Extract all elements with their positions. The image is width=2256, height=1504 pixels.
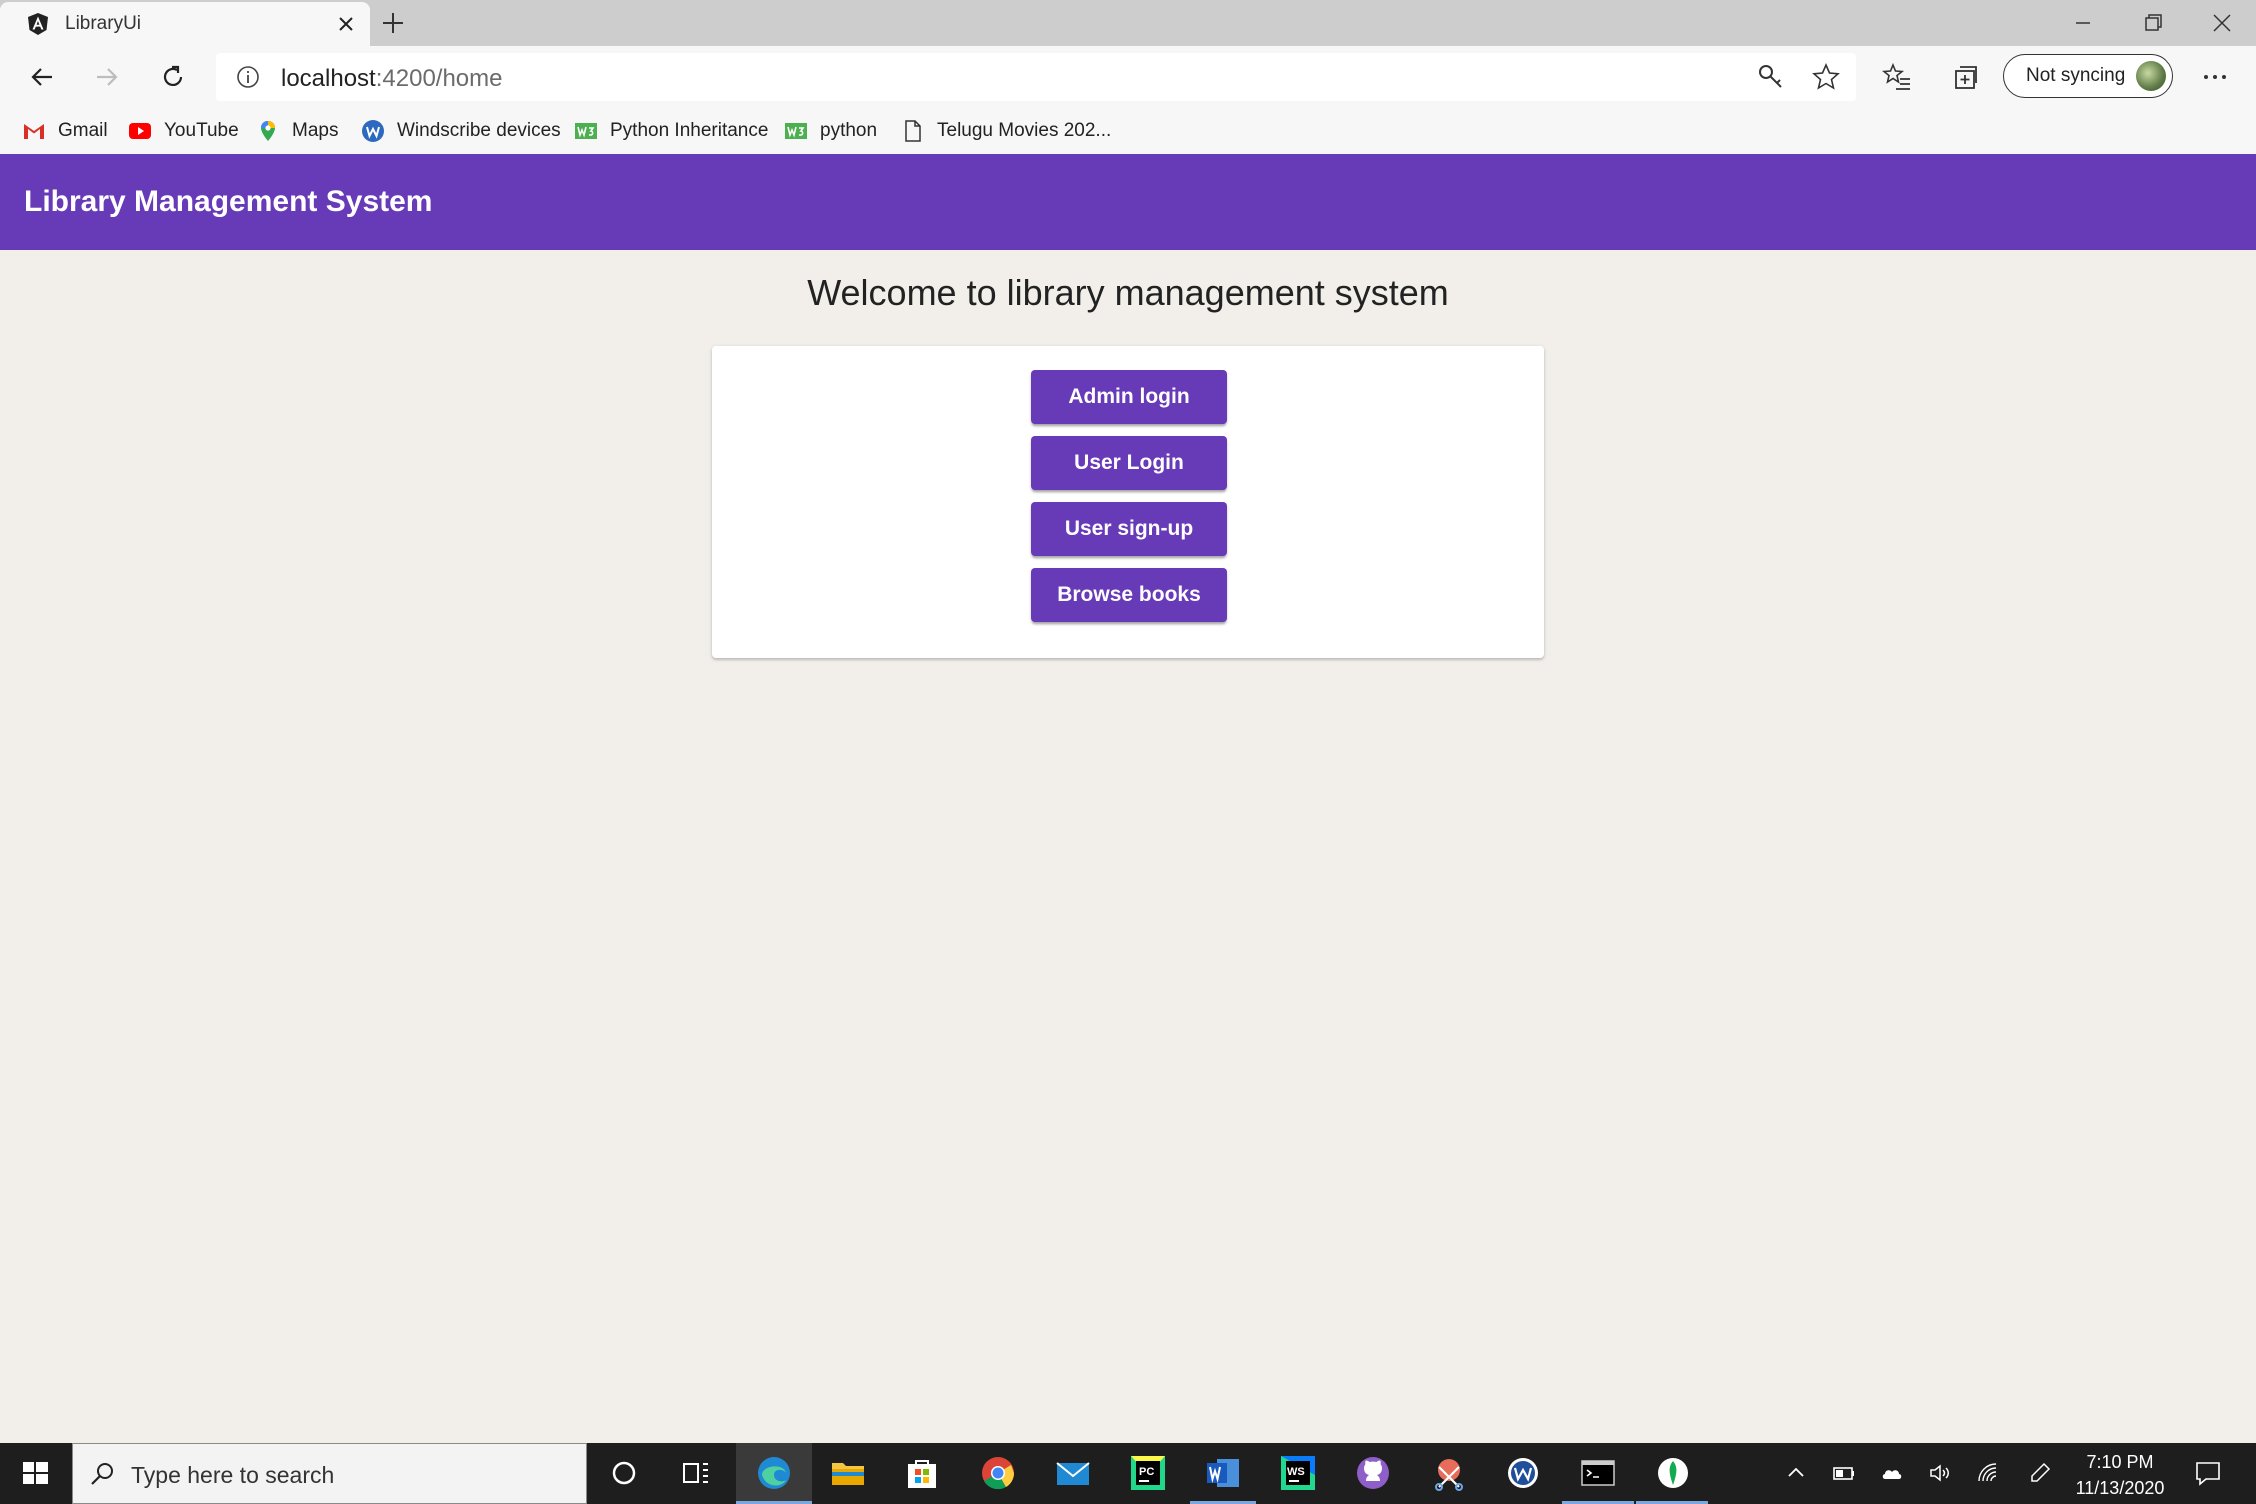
wifi-icon[interactable] — [1976, 1461, 2000, 1485]
angular-icon — [28, 13, 48, 35]
user-signup-button[interactable]: User sign-up — [1031, 502, 1227, 556]
task-view-icon[interactable] — [676, 1453, 716, 1493]
browser-tab[interactable]: LibraryUi — [0, 2, 370, 46]
onedrive-icon[interactable] — [1880, 1461, 1904, 1485]
windows-start-icon[interactable] — [0, 1443, 72, 1504]
bookmark-python[interactable]: python — [784, 116, 877, 146]
browse-books-button[interactable]: Browse books — [1031, 568, 1227, 622]
mail-icon[interactable] — [1053, 1453, 1093, 1493]
favorite-star-icon[interactable] — [1811, 62, 1841, 92]
url-path: :4200/home — [375, 65, 503, 92]
sync-label: Not syncing — [2026, 65, 2126, 86]
info-icon[interactable] — [234, 63, 262, 91]
bookmarks-bar: Gmail YouTube Maps Windscribe devices Py… — [0, 108, 2256, 155]
word-icon[interactable] — [1203, 1453, 1243, 1493]
bookmark-label: Python Inheritance — [610, 120, 769, 141]
search-placeholder: Type here to search — [131, 1462, 335, 1488]
bookmark-label: YouTube — [164, 120, 239, 141]
bookmark-label: python — [820, 120, 878, 141]
clock-date: 11/13/2020 — [2075, 1478, 2165, 1498]
bookmark-maps[interactable]: Maps — [256, 116, 338, 146]
browser-toolbar: localhost:4200/home Not syncing — [0, 46, 2256, 108]
bookmark-label: Maps — [292, 120, 339, 141]
bookmark-python-inheritance[interactable]: Python Inheritance — [574, 116, 768, 146]
show-hidden-icons-icon[interactable] — [1784, 1461, 1808, 1485]
admin-login-button[interactable]: Admin login — [1031, 370, 1227, 424]
bookmark-youtube[interactable]: YouTube — [128, 116, 239, 146]
close-tab-icon[interactable] — [336, 14, 356, 34]
bookmark-gmail[interactable]: Gmail — [22, 116, 108, 146]
collections-icon[interactable] — [1950, 62, 1980, 92]
svg-text:PC: PC — [1139, 1466, 1154, 1478]
windscribe-taskbar-icon[interactable] — [1503, 1453, 1543, 1493]
bookmark-windscribe[interactable]: Windscribe devices — [361, 116, 561, 146]
back-icon[interactable] — [27, 62, 57, 92]
svg-text:WS: WS — [1287, 1466, 1305, 1478]
bookmark-label: Gmail — [58, 120, 108, 141]
battery-icon[interactable] — [1832, 1461, 1856, 1485]
w3schools-icon — [575, 123, 597, 139]
bookmark-label: Telugu Movies 202... — [937, 120, 1112, 141]
tab-title: LibraryUi — [65, 13, 142, 34]
document-icon — [905, 120, 921, 142]
terminal-icon[interactable] — [1578, 1453, 1618, 1493]
key-icon[interactable] — [1756, 62, 1786, 92]
snip-sketch-icon[interactable] — [1429, 1453, 1469, 1493]
refresh-icon[interactable] — [158, 62, 188, 92]
address-bar[interactable]: localhost:4200/home — [216, 53, 1856, 101]
minimize-icon[interactable] — [2070, 10, 2096, 36]
clock-time: 7:10 PM — [2086, 1452, 2154, 1472]
system-clock[interactable]: 7:10 PM 11/13/2020 — [2064, 1449, 2176, 1501]
login-options-card: Admin login User Login User sign-up Brow… — [712, 346, 1544, 658]
pycharm-icon[interactable]: PC — [1128, 1453, 1168, 1493]
store-icon[interactable] — [902, 1453, 942, 1493]
w3schools-icon — [785, 123, 807, 139]
webstorm-icon[interactable]: WS — [1278, 1453, 1318, 1493]
url-text: localhost:4200/home — [281, 65, 503, 93]
search-icon — [91, 1463, 113, 1485]
mongodb-compass-icon[interactable] — [1653, 1453, 1693, 1493]
windscribe-icon — [362, 120, 384, 142]
app-title: Library Management System — [24, 185, 433, 218]
close-window-icon[interactable] — [2209, 10, 2235, 36]
url-host: localhost — [281, 65, 376, 92]
maps-icon — [261, 121, 275, 141]
edge-icon[interactable] — [754, 1453, 794, 1493]
favorites-icon[interactable] — [1882, 62, 1912, 92]
file-explorer-icon[interactable] — [828, 1453, 868, 1493]
forward-icon[interactable] — [92, 62, 122, 92]
youtube-icon — [129, 123, 151, 139]
github-desktop-icon[interactable] — [1353, 1453, 1393, 1493]
volume-icon[interactable] — [1928, 1461, 1952, 1485]
taskbar-search-box[interactable]: Type here to search — [72, 1443, 587, 1504]
pen-icon[interactable] — [2028, 1461, 2052, 1485]
windows-taskbar: Type here to search PC WS 7:10 PM 11/13/… — [0, 1443, 2256, 1504]
app-header: Library Management System — [0, 154, 2256, 250]
bookmark-label: Windscribe devices — [397, 120, 561, 141]
action-center-icon[interactable] — [2194, 1459, 2222, 1487]
browser-titlebar: LibraryUi — [0, 0, 2256, 46]
welcome-heading: Welcome to library management system — [807, 272, 1449, 313]
bookmark-telugu-movies[interactable]: Telugu Movies 202... — [901, 116, 1111, 146]
cortana-icon[interactable] — [604, 1453, 644, 1493]
user-login-button[interactable]: User Login — [1031, 436, 1227, 490]
new-tab-icon[interactable] — [380, 10, 406, 36]
gmail-icon — [24, 124, 44, 139]
profile-avatar — [2136, 61, 2166, 91]
chrome-icon[interactable] — [978, 1453, 1018, 1493]
profile-sync-button[interactable]: Not syncing — [2003, 54, 2173, 98]
more-menu-icon[interactable] — [2200, 62, 2230, 92]
restore-icon[interactable] — [2140, 10, 2166, 36]
